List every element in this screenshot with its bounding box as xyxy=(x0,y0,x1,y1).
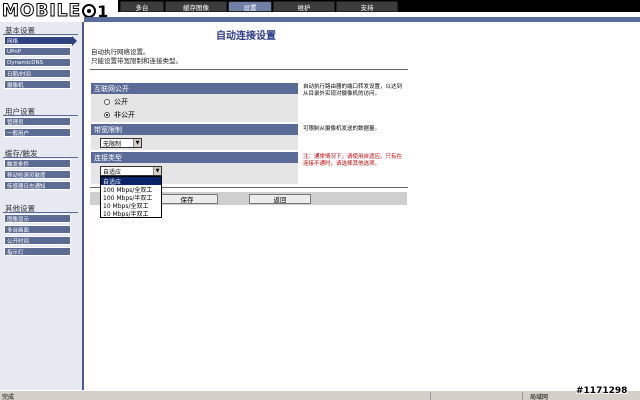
main-content: 自动连接设置 自动执行网络设置。 只能设置带宽限制和连接类型。 互联网公开 公开… xyxy=(86,22,640,390)
radio-button[interactable] xyxy=(104,99,110,105)
active-arrow-icon xyxy=(72,36,77,46)
help-text-connection: 注：通常情况下，请使用自适应。只有在连接不通时，请选择其他选项。 xyxy=(303,154,403,167)
radio-public[interactable]: 公开 xyxy=(104,97,128,107)
camera-lens-icon xyxy=(82,4,97,18)
sidebar-item-public-time[interactable]: 公开时间 xyxy=(4,236,71,245)
status-text: 完成 xyxy=(2,394,15,400)
status-bar: 完成 局域网 xyxy=(0,390,640,400)
bandwidth-select[interactable]: 无限制 ▼ xyxy=(100,138,142,148)
radio-label: 非公开 xyxy=(114,111,135,119)
sidebar: 基本设置 网络 UPnP DynamicDNS 日期/时间 摄像机 用户设置 管… xyxy=(0,22,84,390)
divider xyxy=(3,115,78,116)
select-value: 无限制 xyxy=(103,140,122,148)
page-title: 自动连接设置 xyxy=(216,31,276,42)
sidebar-item-motion-sensitivity[interactable]: 移动检测灵敏度 xyxy=(4,170,71,179)
chevron-down-icon[interactable]: ▼ xyxy=(153,167,161,175)
tab-multi[interactable]: 多台 xyxy=(120,1,164,12)
tab-support[interactable]: 支持 xyxy=(336,1,398,12)
section-header-bandwidth: 带宽限制 xyxy=(91,124,298,135)
dropdown-option[interactable]: 10 Mbps/半双工 xyxy=(101,209,161,218)
sidebar-item-image-display[interactable]: 图像显示 xyxy=(4,214,71,223)
connection-type-options: 自适应 100 Mbps/全双工 100 Mbps/半双工 10 Mbps/全双… xyxy=(100,176,162,218)
tab-maintenance[interactable]: 维护 xyxy=(273,1,335,12)
sidebar-item-multi-screen[interactable]: 多台画面 xyxy=(4,225,71,234)
top-tab-bar: 多台 缓存图像 设置 维护 支持 xyxy=(118,0,640,12)
divider xyxy=(90,69,408,70)
help-text-public: 自动执行路由器的端口转发设置，以达到从目录外实现对摄像机的访问。 xyxy=(303,84,403,97)
chevron-down-icon[interactable]: ▼ xyxy=(133,139,141,147)
radio-non-public[interactable]: 非公开 xyxy=(104,110,135,120)
tab-settings[interactable]: 设置 xyxy=(228,1,272,12)
divider xyxy=(3,157,78,158)
watermark: #1171298 xyxy=(576,386,628,396)
header: MOBILE 1 多台 缓存图像 设置 维护 支持 xyxy=(0,0,640,22)
save-button[interactable]: 保存 xyxy=(156,194,218,204)
divider xyxy=(3,34,78,35)
sidebar-item-trigger[interactable]: 触发条件 xyxy=(4,159,71,168)
sidebar-item-camera[interactable]: 摄像机 xyxy=(4,80,71,89)
section-header-connection: 连接类型 xyxy=(91,152,298,163)
sidebar-item-sensor-log[interactable]: 传感器日志通知 xyxy=(4,181,71,190)
sidebar-item-indicator[interactable]: 指示灯 xyxy=(4,247,71,256)
section-header-public: 互联网公开 xyxy=(91,83,298,94)
divider xyxy=(430,392,431,400)
divider xyxy=(522,392,523,400)
select-value: 自适应 xyxy=(103,168,122,176)
sidebar-item-datetime[interactable]: 日期/时间 xyxy=(4,69,71,78)
sidebar-item-general-user[interactable]: 一般用户 xyxy=(4,128,71,137)
back-button[interactable]: 返回 xyxy=(249,194,311,204)
divider xyxy=(3,212,78,213)
sidebar-item-admin[interactable]: 管理员 xyxy=(4,117,71,126)
connection-type-select[interactable]: 自适应 ▼ xyxy=(100,166,162,176)
sidebar-item-upnp[interactable]: UPnP xyxy=(4,47,71,56)
logo-text: MOBILE xyxy=(1,1,82,22)
description-line: 只能设置带宽限制和连接类型。 xyxy=(91,57,182,65)
radio-label: 公开 xyxy=(114,98,128,106)
security-zone-label: 局域网 xyxy=(530,394,549,400)
sidebar-item-network[interactable]: 网络 xyxy=(4,36,74,45)
radio-button-checked[interactable] xyxy=(104,112,110,118)
tab-cached-images[interactable]: 缓存图像 xyxy=(165,1,227,12)
help-text-bandwidth: 可限制从摄像机发送的数据量。 xyxy=(303,126,381,132)
sidebar-item-dynamicdns[interactable]: DynamicDNS xyxy=(4,58,71,67)
